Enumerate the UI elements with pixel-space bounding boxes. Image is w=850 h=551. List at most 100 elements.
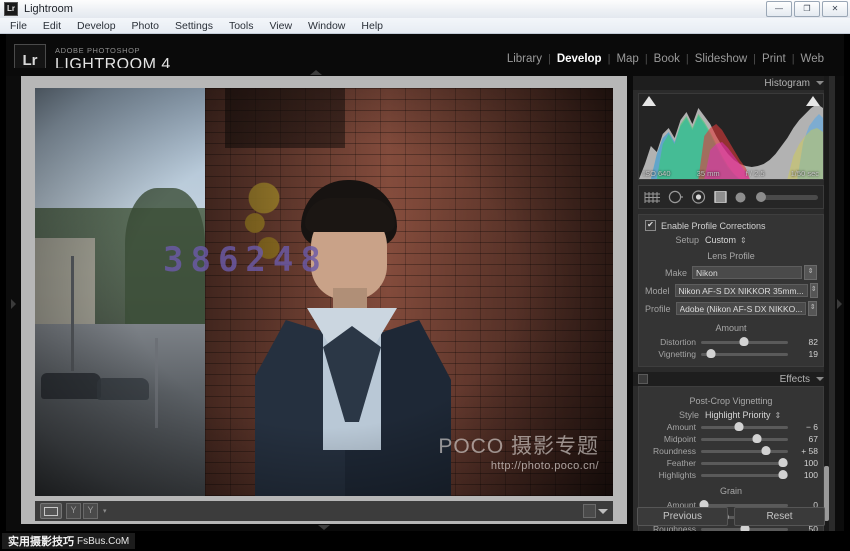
- tool-strip: [638, 185, 824, 209]
- histogram[interactable]: ISO 640 35 mm f / 2.5 1/50 sec: [638, 93, 824, 180]
- flag-icon[interactable]: Y: [66, 503, 81, 519]
- roundness-value: + 58: [801, 446, 818, 456]
- filmstrip-collapse[interactable]: [21, 524, 627, 531]
- top-panel-collapse[interactable]: [6, 68, 626, 76]
- maximize-button[interactable]: ❐: [794, 1, 820, 17]
- slider-knob[interactable]: [778, 458, 788, 467]
- slider-knob[interactable]: [756, 192, 766, 202]
- vignetting-slider[interactable]: [701, 349, 788, 358]
- toolbar-options-icon[interactable]: [583, 504, 596, 518]
- updown-caret-icon[interactable]: ⇕: [775, 411, 782, 420]
- menu-photo[interactable]: Photo: [132, 20, 159, 32]
- menu-develop[interactable]: Develop: [77, 20, 116, 32]
- style-value[interactable]: Highlight Priority: [705, 410, 771, 420]
- chevron-down-icon[interactable]: [816, 81, 824, 85]
- menubar: File Edit Develop Photo Settings Tools V…: [0, 18, 850, 34]
- shadow-clipping-icon[interactable]: [642, 96, 656, 106]
- slider-knob[interactable]: [706, 349, 716, 358]
- image-viewer[interactable]: 386248 POCO 摄影专题 http://photo.poco.cn/ Y…: [21, 76, 627, 531]
- lens-profile-dropdown-icon[interactable]: ⇕: [808, 301, 817, 316]
- lens-profile-field[interactable]: Adobe (Nikon AF-S DX NIKKO...: [675, 302, 807, 315]
- slider-knob[interactable]: [752, 434, 762, 443]
- lens-make-row[interactable]: Make Nikon ⇕: [639, 264, 823, 282]
- amount-value: − 6: [805, 422, 818, 432]
- chevron-down-icon[interactable]: [816, 377, 824, 381]
- setup-value[interactable]: Custom: [705, 235, 736, 245]
- menu-file[interactable]: File: [10, 20, 27, 32]
- midpoint-slider[interactable]: [701, 434, 788, 443]
- highlight-clipping-icon[interactable]: [806, 96, 820, 106]
- close-icon: ✕: [831, 4, 839, 13]
- exif-aperture: f / 2.5: [745, 169, 765, 178]
- panel-action-buttons: Previous Reset: [637, 507, 825, 526]
- red-eye-icon[interactable]: [691, 190, 706, 204]
- histogram-header[interactable]: Histogram: [633, 76, 829, 90]
- loupe-view-icon[interactable]: [40, 503, 62, 519]
- distortion-slider-row[interactable]: Distortion 82: [639, 336, 823, 348]
- previous-button[interactable]: Previous: [637, 507, 728, 526]
- distortion-slider[interactable]: [701, 337, 788, 346]
- lens-make-field[interactable]: Nikon: [692, 266, 802, 279]
- enable-profile-corrections-label: Enable Profile Corrections: [661, 220, 766, 231]
- checkbox-icon[interactable]: ✔: [645, 220, 656, 231]
- menu-help[interactable]: Help: [361, 20, 383, 32]
- amount-slider-row[interactable]: Amount − 6: [639, 421, 823, 433]
- highlights-slider[interactable]: [701, 470, 788, 479]
- crop-overlay-icon[interactable]: [644, 191, 661, 204]
- enable-profile-corrections-row[interactable]: ✔ Enable Profile Corrections: [639, 219, 823, 234]
- slider-knob[interactable]: [734, 422, 744, 431]
- midpoint-slider-row[interactable]: Midpoint 67: [639, 433, 823, 445]
- chevron-down-icon[interactable]: ▾: [103, 507, 107, 515]
- reset-button[interactable]: Reset: [734, 507, 825, 526]
- menu-edit[interactable]: Edit: [43, 20, 61, 32]
- feather-slider[interactable]: [701, 458, 788, 467]
- graduated-filter-icon[interactable]: [713, 190, 728, 204]
- left-panel-toggle[interactable]: [6, 76, 21, 531]
- toolbar-dropdown-icon[interactable]: [598, 508, 608, 514]
- module-develop[interactable]: Develop: [551, 53, 608, 65]
- window-title: Lightroom: [24, 3, 73, 15]
- module-print[interactable]: Print: [756, 53, 792, 65]
- brush-size-slider[interactable]: [756, 192, 818, 202]
- close-button[interactable]: ✕: [822, 1, 848, 17]
- module-library[interactable]: Library: [501, 53, 548, 65]
- menu-view[interactable]: View: [269, 20, 292, 32]
- module-web[interactable]: Web: [795, 53, 830, 65]
- flag-icon[interactable]: Y: [83, 503, 98, 519]
- minimize-icon: —: [775, 4, 783, 13]
- slider-knob[interactable]: [778, 470, 788, 479]
- module-slideshow[interactable]: Slideshow: [689, 53, 753, 65]
- adjustment-brush-icon[interactable]: [735, 192, 746, 203]
- effects-switch-icon[interactable]: [638, 374, 648, 384]
- style-row[interactable]: Style Highlight Priority ⇕: [639, 409, 823, 421]
- amount-slider[interactable]: [701, 422, 788, 431]
- histogram-title: Histogram: [764, 77, 810, 89]
- menu-settings[interactable]: Settings: [175, 20, 213, 32]
- style-label: Style: [678, 410, 699, 420]
- roundness-slider[interactable]: [701, 446, 788, 455]
- roundness-slider-row[interactable]: Roundness + 58: [639, 445, 823, 457]
- highlights-label: Highlights: [658, 470, 696, 480]
- slider-knob[interactable]: [739, 337, 749, 346]
- right-panel-toggle[interactable]: [835, 76, 844, 531]
- lens-model-field[interactable]: Nikon AF-S DX NIKKOR 35mm...: [674, 284, 808, 297]
- updown-caret-icon[interactable]: ⇕: [740, 236, 747, 245]
- photo[interactable]: 386248 POCO 摄影专题 http://photo.poco.cn/: [35, 88, 613, 496]
- feather-slider-row[interactable]: Feather 100: [639, 457, 823, 469]
- lens-profile-row[interactable]: Profile Adobe (Nikon AF-S DX NIKKO... ⇕: [639, 300, 823, 318]
- lens-model-row[interactable]: Model Nikon AF-S DX NIKKOR 35mm... ⇕: [639, 282, 823, 300]
- menu-tools[interactable]: Tools: [229, 20, 254, 32]
- slider-knob[interactable]: [761, 446, 771, 455]
- vignetting-slider-row[interactable]: Vignetting 19: [639, 348, 823, 360]
- menu-window[interactable]: Window: [308, 20, 345, 32]
- module-book[interactable]: Book: [648, 53, 686, 65]
- lens-make-dropdown-icon[interactable]: ⇕: [804, 265, 817, 280]
- right-panel-scrollbar-track[interactable]: [824, 76, 829, 531]
- effects-header[interactable]: Effects: [633, 372, 829, 386]
- spot-removal-icon[interactable]: [668, 190, 684, 204]
- module-map[interactable]: Map: [610, 53, 644, 65]
- setup-row[interactable]: Setup Custom ⇕: [639, 234, 823, 246]
- lens-model-dropdown-icon[interactable]: ⇕: [809, 283, 818, 298]
- minimize-button[interactable]: —: [766, 1, 792, 17]
- highlights-slider-row[interactable]: Highlights 100: [639, 469, 823, 481]
